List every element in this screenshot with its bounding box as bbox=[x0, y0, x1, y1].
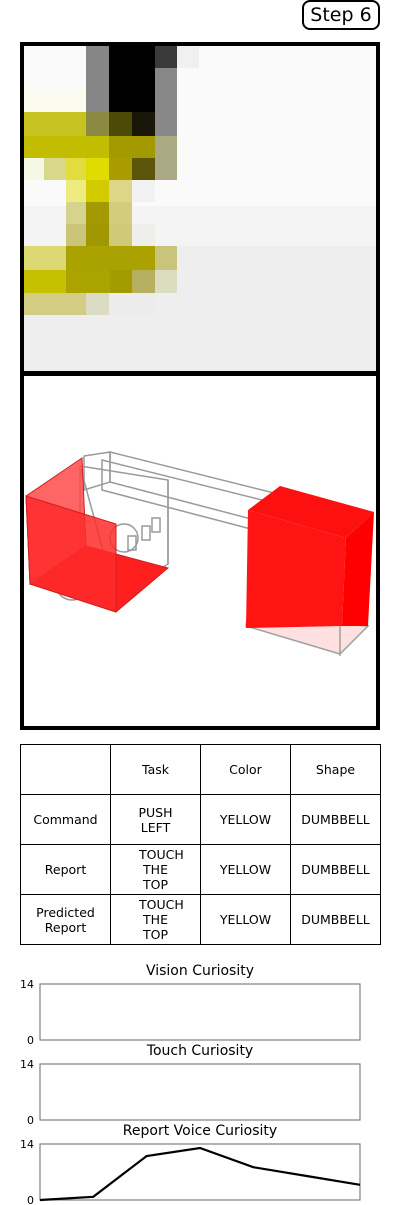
y-tick-label: 14 bbox=[20, 1058, 34, 1071]
y-tick-label: 14 bbox=[20, 978, 34, 991]
chart-frame bbox=[39, 983, 361, 1041]
y-tick-label: 14 bbox=[20, 1138, 34, 1151]
y-tick-label: 0 bbox=[27, 1114, 34, 1127]
series-line bbox=[39, 1146, 361, 1202]
chart-frame bbox=[39, 1143, 361, 1201]
chart-frame bbox=[39, 1063, 361, 1121]
y-tick-label: 0 bbox=[27, 1034, 34, 1047]
y-tick-label: 0 bbox=[27, 1194, 34, 1205]
curiosity-charts: 0 14 0 14 0 14 bbox=[20, 978, 361, 1205]
